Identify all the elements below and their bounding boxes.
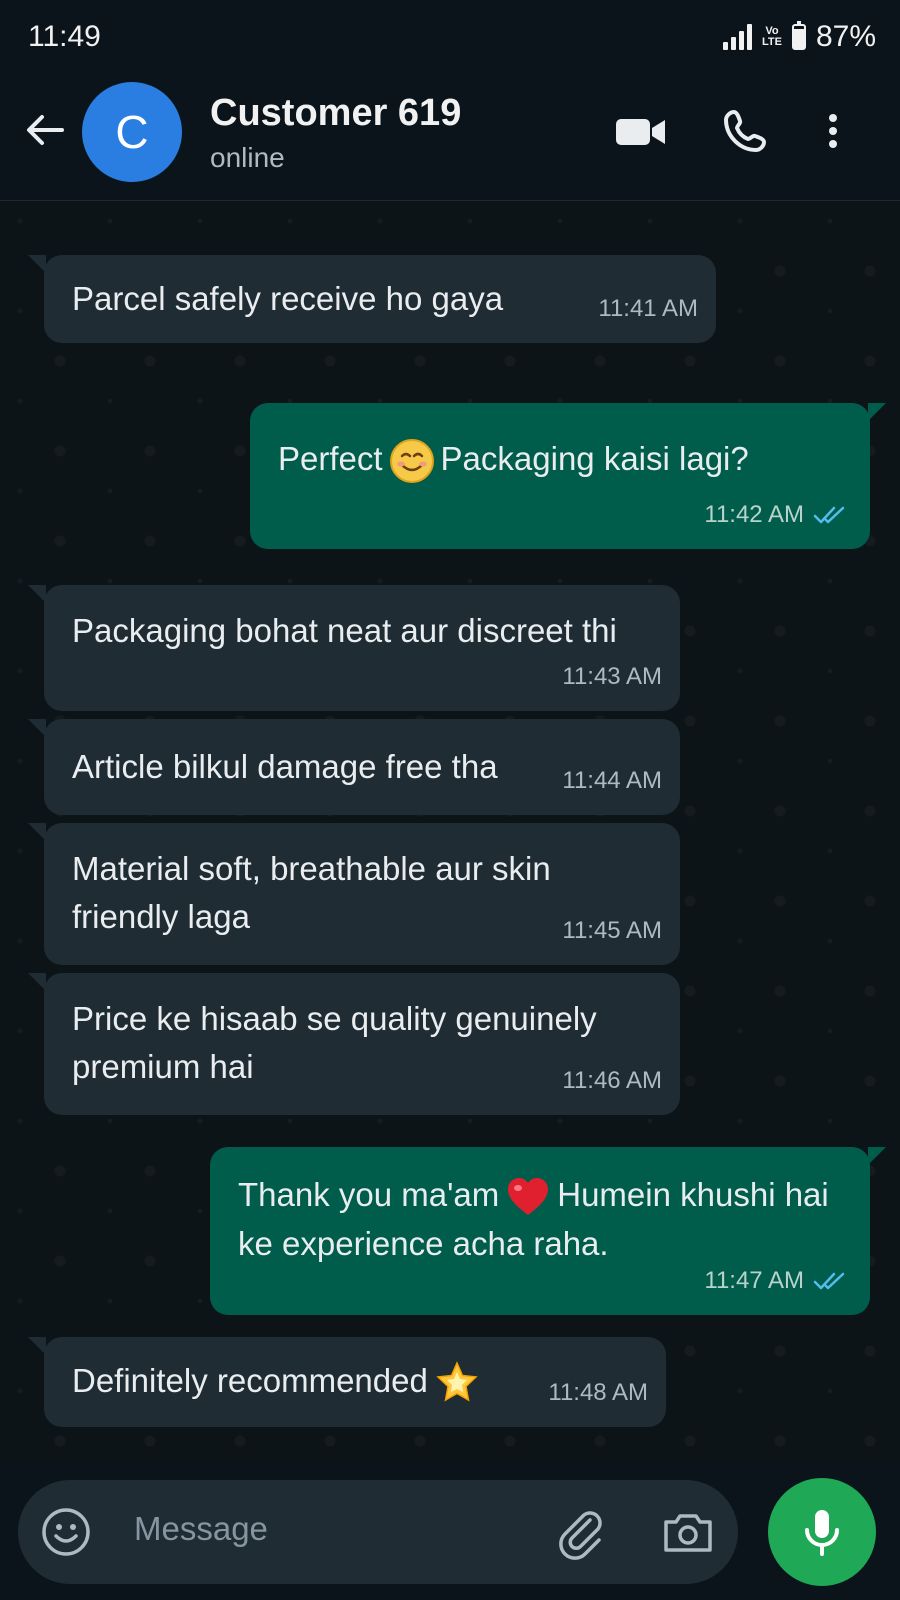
message-text: Price ke hisaab se quality genuinely pre…	[72, 1000, 597, 1085]
message-incoming[interactable]: Packaging bohat neat aur discreet thi 11…	[28, 585, 680, 711]
message-text: Perfect Packaging kaisi lagi?	[278, 435, 850, 484]
message-time: 11:48 AM	[548, 1379, 648, 1406]
mic-icon	[805, 1510, 839, 1556]
more-options-icon[interactable]	[818, 106, 848, 156]
message-outgoing[interactable]: Thank you ma'am Humein khushi hai ke exp…	[210, 1147, 886, 1315]
back-arrow-icon[interactable]	[22, 108, 66, 152]
video-call-icon[interactable]	[612, 106, 668, 156]
battery-icon	[791, 21, 806, 50]
message-time: 11:45 AM	[562, 917, 662, 944]
message-incoming[interactable]: Definitely recommended 11:48 AM	[28, 1337, 666, 1427]
message-input[interactable]: Message	[134, 1510, 268, 1548]
chat-area[interactable]: Parcel safely receive ho gaya 11:41 AM P…	[0, 201, 900, 1461]
battery-percent: 87%	[815, 20, 876, 53]
message-incoming[interactable]: Price ke hisaab se quality genuinely pre…	[28, 973, 680, 1115]
emoji-icon[interactable]	[40, 1506, 92, 1558]
status-icons: Vo LTE 87%	[722, 20, 876, 54]
glowing-star-emoji-icon	[436, 1361, 478, 1402]
voice-call-icon[interactable]	[720, 106, 776, 156]
message-meta: 11:47 AM	[704, 1257, 852, 1305]
avatar-letter: C	[115, 106, 149, 158]
message-time: 11:41 AM	[598, 295, 698, 322]
status-time: 11:49	[28, 20, 101, 53]
message-meta: 11:42 AM	[704, 491, 852, 539]
presence-status: online	[210, 142, 285, 173]
message-time: 11:46 AM	[562, 1067, 662, 1094]
contact-name[interactable]: Customer 619	[210, 92, 461, 135]
double-check-read-icon	[813, 1272, 845, 1290]
volte-icon: Vo LTE	[761, 25, 782, 48]
attach-icon[interactable]	[552, 1504, 608, 1560]
message-text: Material soft, breathable aur skin frien…	[72, 850, 551, 935]
double-check-read-icon	[813, 506, 845, 524]
message-composer[interactable]: Message	[18, 1480, 738, 1584]
message-time: 11:43 AM	[562, 663, 662, 690]
message-outgoing[interactable]: Perfect Packaging kaisi lagi? 11:42 AM	[250, 403, 886, 549]
message-time: 11:44 AM	[562, 767, 662, 794]
avatar[interactable]: C	[82, 82, 182, 182]
message-incoming[interactable]: Article bilkul damage free tha 11:44 AM	[28, 719, 680, 815]
mic-button[interactable]	[768, 1478, 876, 1586]
message-text: Packaging bohat neat aur discreet thi	[72, 612, 617, 649]
message-incoming[interactable]: Parcel safely receive ho gaya 11:41 AM	[28, 255, 716, 343]
camera-icon[interactable]	[660, 1504, 716, 1560]
status-bar: 11:49 Vo LTE 87%	[0, 0, 900, 76]
signal-icon	[722, 24, 752, 50]
message-text: Thank you ma'am Humein khushi hai ke exp…	[238, 1176, 829, 1263]
red-heart-emoji-icon	[508, 1178, 549, 1216]
chat-header: C Customer 619 online	[0, 76, 900, 201]
message-incoming[interactable]: Material soft, breathable aur skin frien…	[28, 823, 680, 965]
smiling-face-emoji-icon	[389, 439, 434, 484]
